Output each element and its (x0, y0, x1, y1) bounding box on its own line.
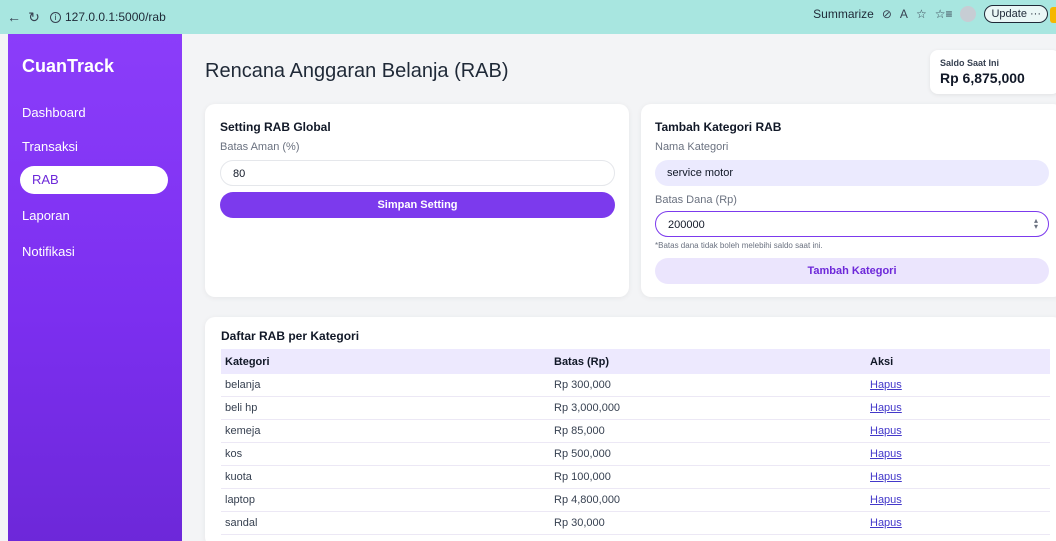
cell-batas: Rp 500,000 (554, 448, 611, 460)
read-aloud-icon[interactable]: A (900, 7, 908, 21)
cell-batas: Rp 300,000 (554, 379, 611, 391)
favorites-list-icon[interactable]: ☆≡ (935, 7, 953, 21)
tambah-kategori-card: Tambah Kategori RAB Nama Kategori servic… (641, 104, 1056, 297)
setting-card: Setting RAB Global Batas Aman (%) 80 Sim… (205, 104, 629, 297)
reload-icon[interactable]: ↻ (24, 9, 44, 26)
hapus-link[interactable]: Hapus (870, 379, 902, 391)
table-row: kemeja Rp 85,000 Hapus (221, 420, 1050, 443)
summarize-button[interactable]: Summarize (813, 7, 874, 21)
cell-batas: Rp 30,000 (554, 517, 605, 529)
column-header-batas: Batas (Rp) (554, 356, 610, 368)
batas-dana-label: Batas Dana (Rp) (655, 194, 737, 206)
tambah-kategori-button[interactable]: Tambah Kategori (655, 258, 1049, 284)
cell-kategori: kuota (225, 471, 252, 483)
cell-batas: Rp 3,000,000 (554, 402, 621, 414)
sidebar-item-laporan[interactable]: Laporan (22, 208, 70, 223)
sidebar: CuanTrack Dashboard Transaksi RAB Lapora… (8, 34, 182, 541)
table-title: Daftar RAB per Kategori (221, 329, 360, 343)
cell-batas: Rp 100,000 (554, 471, 611, 483)
copilot-icon[interactable] (1050, 7, 1056, 23)
hapus-link[interactable]: Hapus (870, 494, 902, 506)
page-title: Rencana Anggaran Belanja (RAB) (205, 60, 509, 82)
table-row: kos Rp 500,000 Hapus (221, 443, 1050, 466)
batas-aman-input[interactable]: 80 (220, 160, 615, 186)
update-button[interactable]: Update ··· (984, 5, 1048, 23)
cell-kategori: kemeja (225, 425, 261, 437)
column-header-aksi: Aksi (870, 356, 894, 368)
simpan-setting-button[interactable]: Simpan Setting (220, 192, 615, 218)
hapus-link[interactable]: Hapus (870, 471, 902, 483)
url-text: 127.0.0.1:5000/rab (65, 10, 166, 24)
info-icon[interactable]: i (50, 11, 61, 23)
cell-kategori: kos (225, 448, 243, 460)
brand-logo: CuanTrack (22, 56, 115, 76)
batas-dana-value: 200000 (668, 219, 705, 231)
cell-kategori: sandal (225, 517, 258, 529)
hapus-link[interactable]: Hapus (870, 448, 902, 460)
table-header: Kategori Batas (Rp) Aksi (221, 349, 1050, 374)
sidebar-item-transaksi[interactable]: Transaksi (22, 139, 78, 154)
back-icon[interactable]: ← (4, 9, 24, 25)
favorite-star-icon[interactable]: ☆ (916, 7, 927, 21)
sidebar-item-rab[interactable]: RAB (20, 166, 168, 194)
setting-card-title: Setting RAB Global (220, 120, 331, 134)
rab-table-card: Daftar RAB per Kategori Kategori Batas (… (205, 317, 1056, 541)
batas-aman-label: Batas Aman (%) (220, 141, 300, 153)
cell-kategori: beli hp (225, 402, 258, 414)
hapus-link[interactable]: Hapus (870, 517, 902, 529)
number-stepper-icon[interactable]: ▴ ▾ (1034, 217, 1038, 231)
tambah-kategori-title: Tambah Kategori RAB (655, 120, 782, 134)
column-header-kategori: Kategori (225, 356, 270, 368)
table-row: laptop Rp 4,800,000 Hapus (221, 489, 1050, 512)
sidebar-item-dashboard[interactable]: Dashboard (22, 105, 86, 120)
browser-toolbar: ← ↻ i 127.0.0.1:5000/rab Summarize ⊘ A ☆… (0, 0, 1056, 34)
batas-dana-input[interactable]: 200000 ▴ ▾ (655, 211, 1049, 237)
cell-batas: Rp 4,800,000 (554, 494, 621, 506)
cell-batas: Rp 85,000 (554, 425, 605, 437)
table-row: belanja Rp 300,000 Hapus (221, 374, 1050, 397)
profile-avatar[interactable] (960, 6, 977, 22)
sidebar-item-notifikasi[interactable]: Notifikasi (22, 244, 75, 259)
nama-kategori-input[interactable]: service motor (655, 160, 1049, 186)
cell-kategori: belanja (225, 379, 261, 391)
table-row: beli hp Rp 3,000,000 Hapus (221, 397, 1050, 420)
address-bar[interactable]: i 127.0.0.1:5000/rab (50, 5, 166, 29)
table-row: sandal Rp 30,000 Hapus (221, 512, 1050, 535)
table-row: kuota Rp 100,000 Hapus (221, 466, 1050, 489)
saldo-value: Rp 6,875,000 (940, 70, 1025, 86)
saldo-card: Saldo Saat Ini Rp 6,875,000 (930, 50, 1056, 94)
summarize-icon[interactable]: ⊘ (882, 7, 892, 21)
nama-kategori-label: Nama Kategori (655, 141, 729, 153)
hapus-link[interactable]: Hapus (870, 402, 902, 414)
batas-dana-hint: *Batas dana tidak boleh melebihi saldo s… (655, 241, 823, 250)
saldo-label: Saldo Saat Ini (940, 58, 1000, 68)
hapus-link[interactable]: Hapus (870, 425, 902, 437)
cell-kategori: laptop (225, 494, 255, 506)
